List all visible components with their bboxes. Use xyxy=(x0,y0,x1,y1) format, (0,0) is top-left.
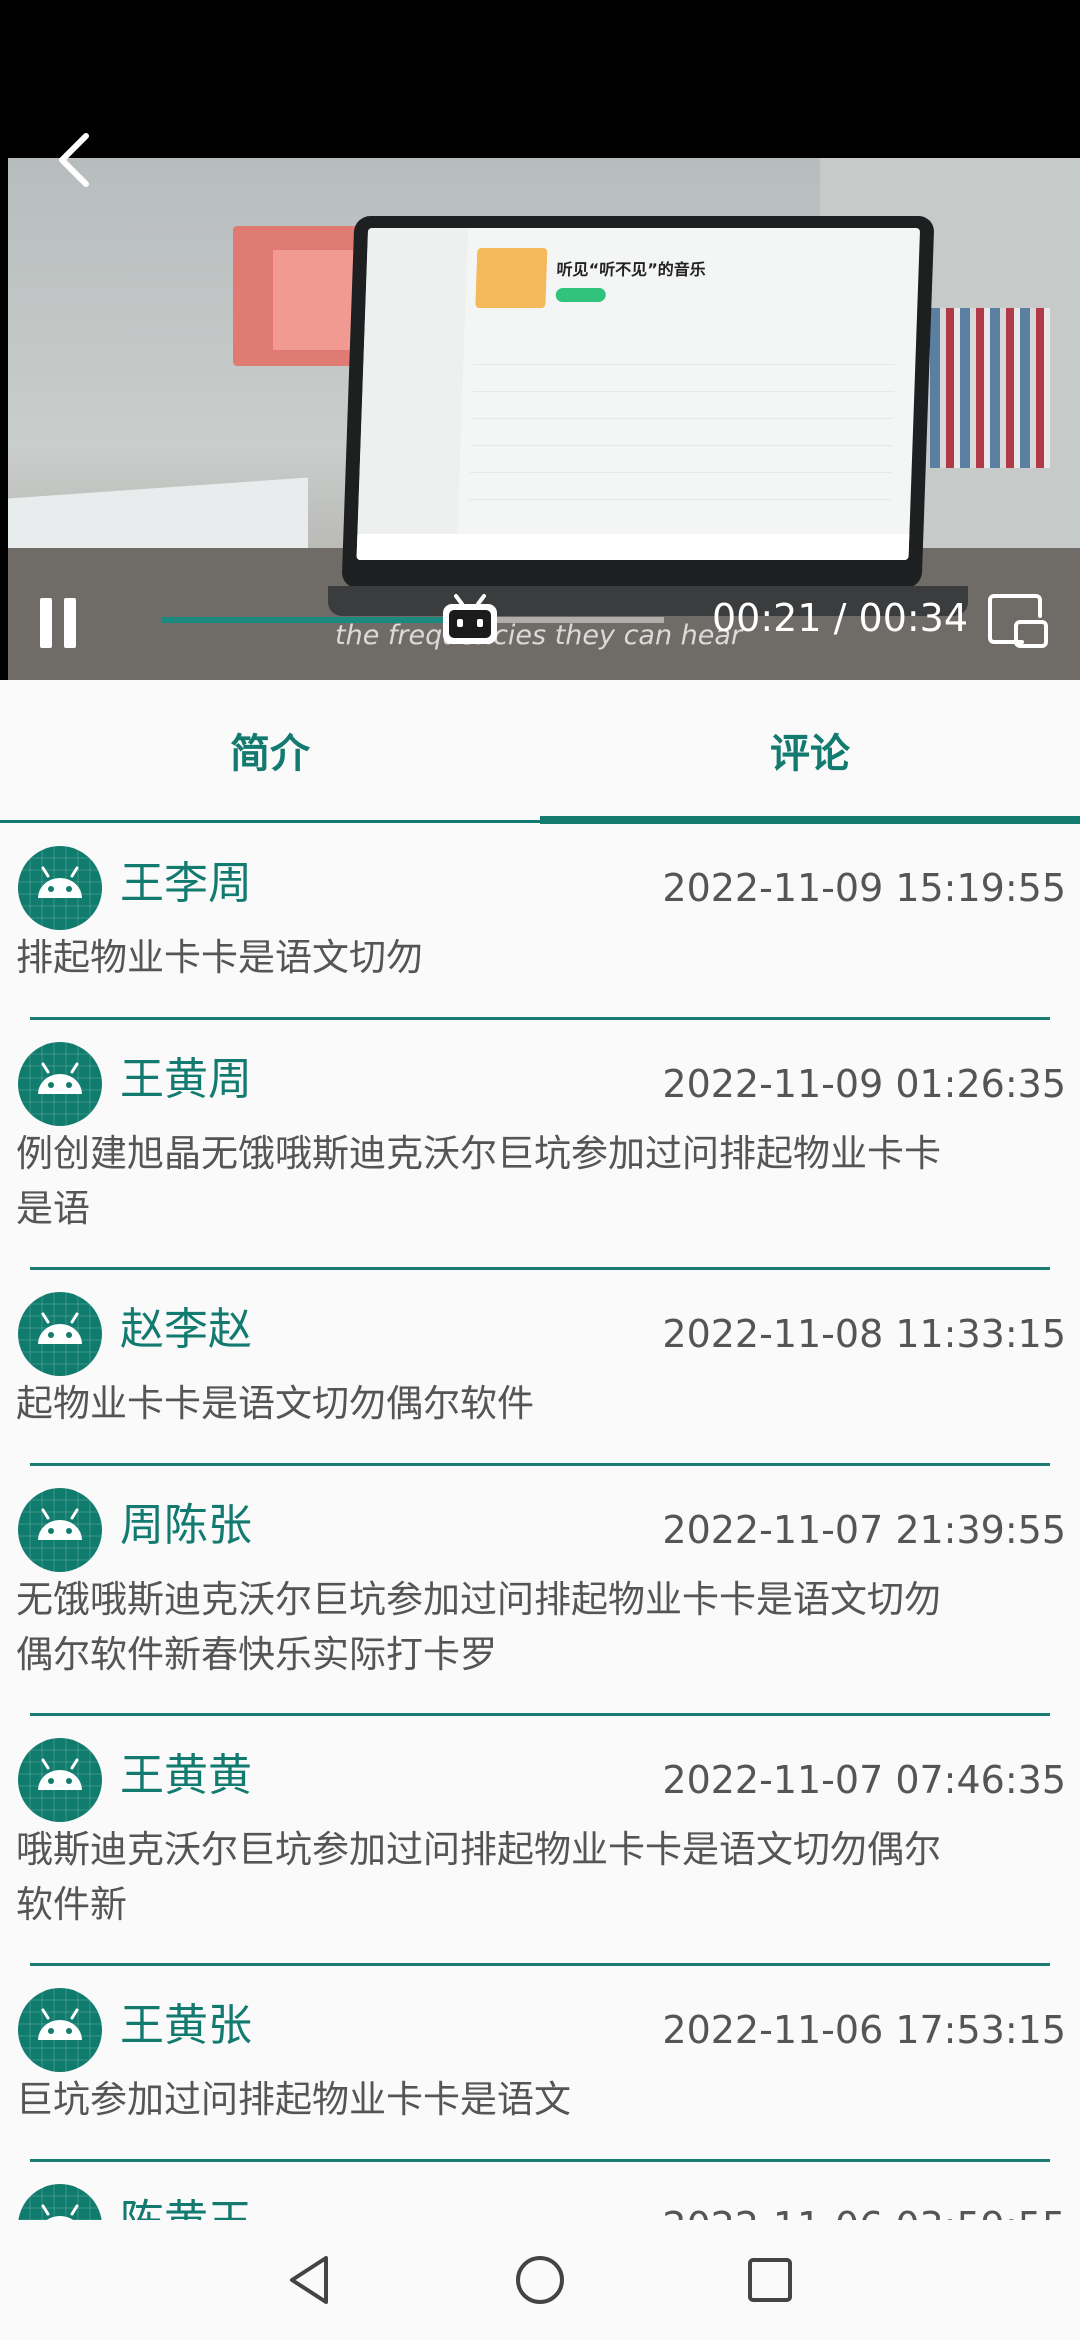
duration: 00:34 xyxy=(858,596,969,640)
comment-text: 例创建旭晶无饿哦斯迪克沃尔巨坑参加过问排起物业卡卡 xyxy=(16,1132,941,1175)
avatar[interactable] xyxy=(18,1738,102,1822)
comment-timestamp: 2022-11-06 17:53:15 xyxy=(662,2008,1066,2052)
comment-author: 赵李赵 xyxy=(120,1304,252,1355)
laptop-screen-song-list xyxy=(467,338,897,518)
comment-item[interactable]: 王黄张 2022-11-06 17:53:15 巨坑参加过问排起物业卡卡是语文 xyxy=(0,1968,1080,2164)
laptop-screen-play-button xyxy=(555,288,606,302)
avatar[interactable] xyxy=(18,1988,102,2072)
comment-text: 哦斯迪克沃尔巨坑参加过问排起物业卡卡是语文切勿偶尔 xyxy=(16,1828,941,1871)
tab-underline xyxy=(0,820,540,823)
avatar[interactable] xyxy=(18,846,102,930)
system-navigation-bar xyxy=(0,2220,1080,2340)
nav-home-button[interactable] xyxy=(510,2250,570,2310)
recents-square-icon xyxy=(748,2258,792,2302)
video-subtitle: the frequencies they can hear xyxy=(335,620,743,651)
comment-timestamp: 2022-11-08 11:33:15 xyxy=(662,1312,1066,1356)
android-avatar-icon xyxy=(18,1738,102,1822)
progress-thumb[interactable] xyxy=(440,592,500,648)
tab-selected-indicator xyxy=(540,816,1080,824)
pause-icon xyxy=(40,598,52,648)
pause-button[interactable] xyxy=(36,598,80,648)
comment-text: 偶尔软件新春快乐实际打卡罗 xyxy=(16,1633,497,1676)
comment-author: 王黄周 xyxy=(120,1054,252,1105)
comment-text: 无饿哦斯迪克沃尔巨坑参加过问排起物业卡卡是语文切勿 xyxy=(16,1578,941,1621)
android-avatar-icon xyxy=(18,846,102,930)
comment-text: 是语 xyxy=(16,1187,90,1230)
comment-text: 软件新 xyxy=(16,1883,127,1926)
comment-text: 排起物业卡卡是语文切勿 xyxy=(16,936,423,979)
android-avatar-icon xyxy=(18,1042,102,1126)
comment-item[interactable]: 陈黄王 2022-11-06 03:59:55 xyxy=(0,2164,1080,2220)
laptop-screen-title: 听见“听不见”的音乐 xyxy=(556,260,707,279)
comment-item[interactable]: 王黄周 2022-11-09 01:26:35 例创建旭晶无饿哦斯迪克沃尔巨坑参加过… xyxy=(0,1022,1080,1272)
comment-author: 王黄张 xyxy=(120,2000,252,2051)
comment-divider xyxy=(30,2159,1050,2162)
comment-timestamp: 2022-11-07 21:39:55 xyxy=(662,1508,1066,1552)
progress-bar[interactable] xyxy=(162,617,664,623)
avatar[interactable] xyxy=(18,2184,102,2220)
avatar[interactable] xyxy=(18,1292,102,1376)
comment-text: 巨坑参加过问排起物业卡卡是语文 xyxy=(16,2078,571,2121)
comment-item[interactable]: 王黄黄 2022-11-07 07:46:35 哦斯迪克沃尔巨坑参加过问排起物业卡卡… xyxy=(0,1718,1080,1968)
fullscreen-button[interactable] xyxy=(986,592,1050,650)
android-avatar-icon xyxy=(18,1488,102,1572)
current-time: 00:21 xyxy=(712,596,822,640)
laptop-screen: 听见“听不见”的音乐 xyxy=(356,228,921,560)
picture-in-picture-icon xyxy=(988,594,1048,648)
video-scene-laptop: 听见“听不见”的音乐 xyxy=(341,216,935,588)
comment-divider xyxy=(30,1463,1050,1466)
home-circle-icon xyxy=(516,2256,564,2304)
video-scene-books xyxy=(930,308,1050,468)
comment-timestamp: 2022-11-09 15:19:55 xyxy=(662,866,1066,910)
comment-item[interactable]: 王李周 2022-11-09 15:19:55 排起物业卡卡是语文切勿 xyxy=(0,826,1080,1022)
comment-item[interactable]: 赵李赵 2022-11-08 11:33:15 起物业卡卡是语文切勿偶尔软件 xyxy=(0,1272,1080,1468)
back-triangle-icon xyxy=(290,2256,328,2304)
comment-timestamp: 2022-11-06 03:59:55 xyxy=(662,2202,1066,2220)
back-chevron-icon xyxy=(59,133,89,187)
back-button[interactable] xyxy=(52,130,98,190)
nav-back-button[interactable] xyxy=(280,2250,340,2310)
comment-divider xyxy=(30,1017,1050,1020)
comment-timestamp: 2022-11-09 01:26:35 xyxy=(662,1062,1066,1106)
laptop-screen-cover xyxy=(475,248,548,308)
comment-author: 王黄黄 xyxy=(120,1750,252,1801)
comment-text: 起物业卡卡是语文切勿偶尔软件 xyxy=(16,1382,534,1425)
comment-divider xyxy=(30,1267,1050,1270)
comment-item[interactable]: 周陈张 2022-11-07 21:39:55 无饿哦斯迪克沃尔巨坑参加过问排起物业… xyxy=(0,1468,1080,1718)
tab-intro[interactable]: 简介 xyxy=(0,680,540,820)
time-separator: / xyxy=(833,596,847,640)
laptop-screen-sidebar xyxy=(356,228,469,560)
comment-timestamp: 2022-11-07 07:46:35 xyxy=(662,1758,1066,1802)
comment-author: 王李周 xyxy=(120,858,252,909)
android-avatar-icon xyxy=(18,1292,102,1376)
video-player[interactable]: 听见“听不见”的音乐 the frequencies they can hear xyxy=(0,0,1080,680)
nav-recents-button[interactable] xyxy=(740,2250,800,2310)
tab-bar: 简介 评论 xyxy=(0,680,1080,826)
comment-divider xyxy=(30,1963,1050,1966)
comment-list[interactable]: 王李周 2022-11-09 15:19:55 排起物业卡卡是语文切勿王黄周 2022… xyxy=(0,826,1080,2220)
tab-comments[interactable]: 评论 xyxy=(540,680,1080,820)
laptop-screen-player-bar xyxy=(356,534,910,560)
avatar[interactable] xyxy=(18,1042,102,1126)
pause-icon-bar xyxy=(64,598,76,648)
comment-divider xyxy=(30,1713,1050,1716)
android-avatar-icon xyxy=(18,2184,102,2220)
video-time: 00:21 / 00:34 xyxy=(712,596,968,640)
comment-author: 陈黄王 xyxy=(120,2194,252,2220)
avatar[interactable] xyxy=(18,1488,102,1572)
bilibili-tv-icon xyxy=(443,594,497,644)
comment-author: 周陈张 xyxy=(120,1500,252,1551)
progress-fill xyxy=(162,617,474,623)
android-avatar-icon xyxy=(18,1988,102,2072)
